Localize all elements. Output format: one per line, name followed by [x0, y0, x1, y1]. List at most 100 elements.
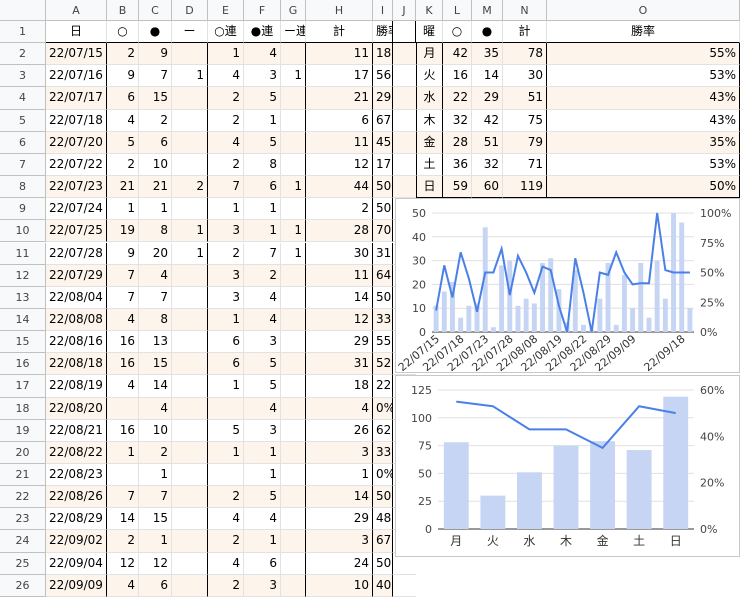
data-cell[interactable]: 4	[208, 131, 244, 154]
weekday-cell[interactable]: 53%	[547, 153, 740, 177]
data-cell[interactable]	[172, 198, 208, 221]
data-cell[interactable]: 14	[107, 508, 139, 531]
column-header-j[interactable]: J	[393, 0, 416, 21]
daily-chart[interactable]: 0 10 20 30 40 50 0% 25% 50% 75% 100% 22/07/15 22/07/…	[395, 198, 740, 374]
header-cell[interactable]: ●	[139, 21, 172, 44]
weekday-cell[interactable]: 119	[503, 176, 547, 199]
row-header[interactable]: 23	[0, 508, 46, 531]
data-cell[interactable]: 22%	[373, 375, 393, 398]
weekday-cell[interactable]: 78	[503, 43, 547, 66]
weekday-cell[interactable]: 16	[443, 65, 472, 88]
data-cell[interactable]: 22/07/15	[46, 43, 107, 66]
data-cell[interactable]: 2	[172, 176, 208, 199]
data-cell[interactable]	[172, 308, 208, 332]
data-cell[interactable]: 2	[208, 153, 244, 177]
data-cell[interactable]: 1	[244, 441, 281, 464]
data-cell[interactable]: 5	[244, 87, 281, 110]
data-cell[interactable]: 21	[306, 87, 373, 110]
header-cell[interactable]: 勝率	[547, 21, 740, 44]
data-cell[interactable]	[107, 397, 139, 420]
data-cell[interactable]: 17	[306, 65, 373, 88]
row-header[interactable]: 19	[0, 419, 46, 442]
empty-cell[interactable]	[393, 65, 416, 88]
data-cell[interactable]	[281, 331, 306, 354]
data-cell[interactable]: 20	[139, 242, 172, 265]
data-cell[interactable]	[172, 131, 208, 154]
data-cell[interactable]: 16	[107, 419, 139, 442]
data-cell[interactable]: 9	[139, 43, 172, 66]
data-cell[interactable]: 17%	[373, 153, 393, 177]
row-header[interactable]: 22	[0, 486, 46, 509]
header-cell[interactable]	[393, 21, 416, 44]
weekday-cell[interactable]: 35%	[547, 131, 740, 154]
column-header-c[interactable]: C	[139, 0, 172, 21]
data-cell[interactable]: 22/08/18	[46, 353, 107, 376]
data-cell[interactable]: 29%	[373, 87, 393, 110]
data-cell[interactable]: 18	[306, 375, 373, 398]
data-cell[interactable]: 45%	[373, 131, 393, 154]
data-cell[interactable]: 22/08/22	[46, 441, 107, 464]
header-cell[interactable]: 計	[306, 21, 373, 44]
data-cell[interactable]: 31%	[373, 242, 393, 265]
row-header[interactable]: 6	[0, 131, 46, 154]
data-cell[interactable]: 2	[208, 87, 244, 110]
data-cell[interactable]: 52%	[373, 353, 393, 376]
data-cell[interactable]: 5	[244, 486, 281, 509]
data-cell[interactable]: 22/07/29	[46, 264, 107, 287]
data-cell[interactable]: 14	[139, 375, 172, 398]
empty-cell[interactable]	[393, 87, 416, 110]
data-cell[interactable]	[208, 464, 244, 487]
data-cell[interactable]: 18%	[373, 43, 393, 66]
data-cell[interactable]: 40%	[373, 574, 393, 597]
weekday-cell[interactable]: 55%	[547, 43, 740, 66]
data-cell[interactable]: 1	[172, 65, 208, 88]
data-cell[interactable]: 29	[306, 331, 373, 354]
data-cell[interactable]: 12	[306, 153, 373, 177]
data-cell[interactable]: 7	[107, 486, 139, 509]
data-cell[interactable]	[281, 87, 306, 110]
data-cell[interactable]: 0%	[373, 464, 393, 487]
header-cell[interactable]: ○連	[208, 21, 244, 44]
column-header-a[interactable]: A	[46, 0, 107, 21]
column-header-b[interactable]: B	[107, 0, 139, 21]
data-cell[interactable]: 1	[208, 308, 244, 332]
column-header-e[interactable]: E	[208, 0, 244, 21]
header-cell[interactable]: ー連	[281, 21, 306, 44]
data-cell[interactable]: 8	[244, 153, 281, 177]
column-header-m[interactable]: M	[472, 0, 503, 21]
data-cell[interactable]: 1	[244, 109, 281, 132]
weekday-cell[interactable]: 32	[472, 153, 503, 177]
row-header[interactable]: 21	[0, 464, 46, 487]
data-cell[interactable]: 14	[306, 286, 373, 309]
column-header-k[interactable]: K	[416, 0, 443, 21]
weekday-cell[interactable]: 日	[416, 176, 443, 199]
data-cell[interactable]	[208, 397, 244, 420]
data-cell[interactable]: 5	[244, 375, 281, 398]
data-cell[interactable]: 3	[244, 331, 281, 354]
data-cell[interactable]: 3	[244, 65, 281, 88]
data-cell[interactable]	[172, 375, 208, 398]
data-cell[interactable]: 2	[107, 153, 139, 177]
empty-cell[interactable]	[393, 574, 416, 597]
header-cell[interactable]: 曜	[416, 21, 443, 44]
row-header[interactable]: 13	[0, 286, 46, 309]
data-cell[interactable]: 10	[139, 419, 172, 442]
data-cell[interactable]: 8	[139, 220, 172, 243]
data-cell[interactable]: 1	[244, 220, 281, 243]
data-cell[interactable]: 4	[139, 264, 172, 287]
column-header-i[interactable]: I	[373, 0, 393, 21]
data-cell[interactable]: 12	[306, 308, 373, 332]
data-cell[interactable]: 1	[306, 464, 373, 487]
data-cell[interactable]: 22/07/17	[46, 87, 107, 110]
data-cell[interactable]: 22/08/04	[46, 286, 107, 309]
header-cell[interactable]: 日	[46, 21, 107, 44]
data-cell[interactable]	[281, 530, 306, 553]
weekday-cell[interactable]: 36	[443, 153, 472, 177]
data-cell[interactable]	[281, 109, 306, 132]
data-cell[interactable]: 15	[139, 87, 172, 110]
data-cell[interactable]: 1	[172, 220, 208, 243]
weekday-cell[interactable]: 42	[443, 43, 472, 66]
weekday-cell[interactable]: 53%	[547, 65, 740, 88]
weekday-cell[interactable]: 35	[472, 43, 503, 66]
data-cell[interactable]: 2	[244, 264, 281, 287]
